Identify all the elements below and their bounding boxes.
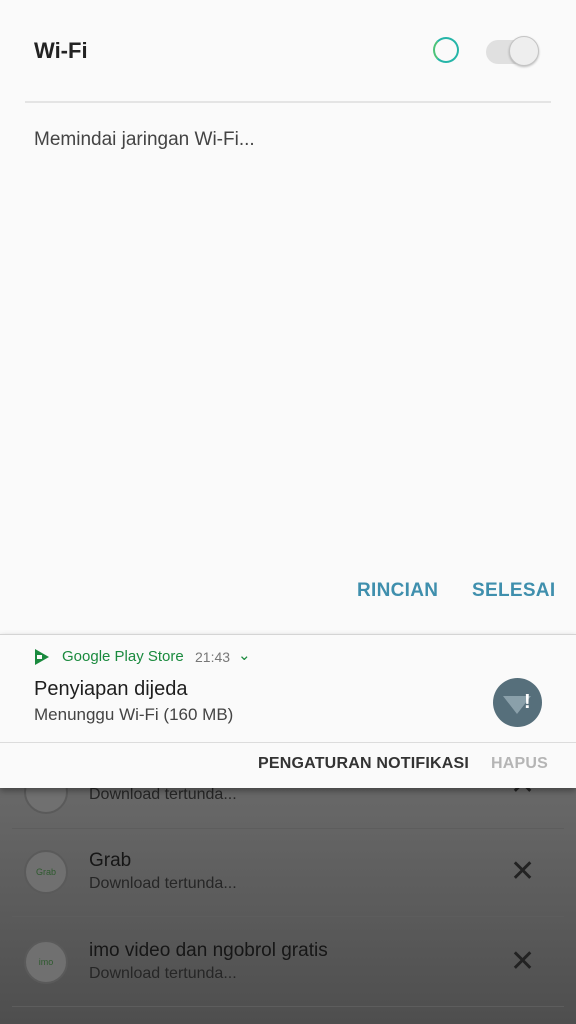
chevron-down-icon[interactable]: ⌄ xyxy=(238,646,251,664)
divider xyxy=(25,101,551,103)
list-item-subtitle: Download tertunda... xyxy=(89,786,237,803)
close-icon[interactable]: ✕ xyxy=(510,857,535,887)
close-icon[interactable]: ✕ xyxy=(510,947,535,977)
list-item-title: Grab xyxy=(89,850,132,871)
imo-app-icon: imo xyxy=(24,940,68,984)
scanning-status: Memindai jaringan Wi-Fi... xyxy=(34,129,255,150)
scanning-spinner-icon xyxy=(433,37,459,63)
wifi-panel xyxy=(0,0,576,634)
divider xyxy=(0,742,576,743)
notification-subtitle: Menunggu Wi-Fi (160 MB) xyxy=(34,705,234,724)
notification-settings-button[interactable]: PENGATURAN NOTIFIKASI xyxy=(258,755,469,773)
wifi-toggle-knob[interactable] xyxy=(509,36,539,66)
wifi-warning-icon: ! xyxy=(493,678,542,727)
list-item[interactable] xyxy=(12,828,564,917)
details-button[interactable]: RINCIAN xyxy=(357,580,438,602)
google-play-icon-detail xyxy=(37,655,42,659)
list-item[interactable] xyxy=(12,918,564,1007)
notification-title: Penyiapan dijeda xyxy=(34,678,188,700)
exclamation-icon: ! xyxy=(524,691,531,713)
wifi-title: Wi-Fi xyxy=(34,38,88,63)
list-item-subtitle: Download tertunda... xyxy=(89,875,237,892)
clear-button[interactable]: HAPUS xyxy=(491,755,548,773)
done-button[interactable]: SELESAI xyxy=(472,580,555,602)
notification-app-name: Google Play Store xyxy=(62,648,184,665)
list-item-subtitle: Download tertunda... xyxy=(89,965,237,982)
grab-app-icon: Grab xyxy=(24,850,68,894)
notification-time: 21:43 xyxy=(195,649,231,665)
list-item-title: imo video dan ngobrol gratis xyxy=(89,940,328,961)
